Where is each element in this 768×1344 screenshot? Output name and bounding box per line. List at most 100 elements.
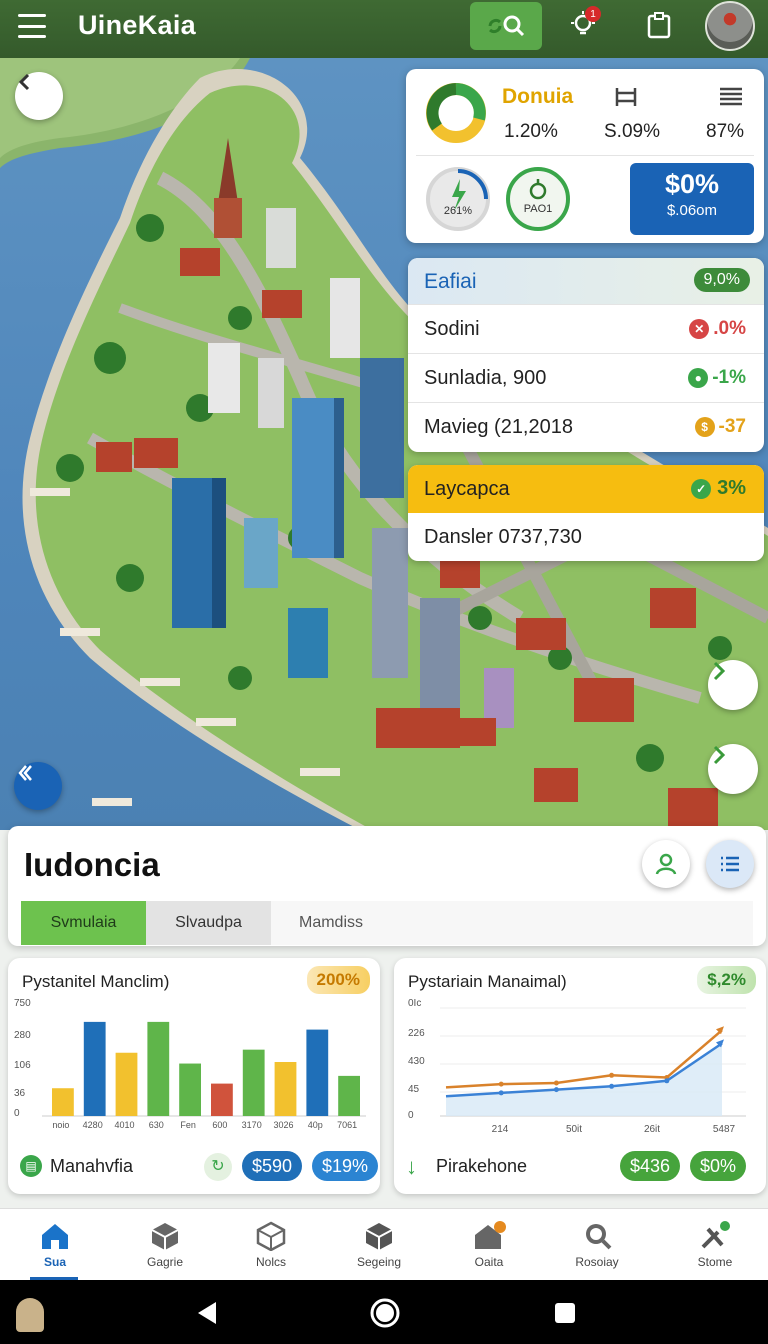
gauge-2-label: PAO1 bbox=[523, 203, 553, 215]
list-view-button[interactable] bbox=[706, 840, 754, 888]
check-circle-icon: ✓ bbox=[691, 478, 712, 499]
system-nav-bar bbox=[0, 1280, 768, 1344]
back-button[interactable] bbox=[15, 72, 63, 120]
y-tick-label: 226 bbox=[408, 1028, 425, 1039]
next-button-2[interactable] bbox=[708, 744, 758, 794]
assistant-avatar[interactable] bbox=[16, 1298, 44, 1332]
x-tick-label: 5487 bbox=[713, 1124, 736, 1135]
chart-2-badge: $,2% bbox=[697, 966, 756, 994]
menu-icon[interactable] bbox=[18, 14, 46, 38]
data-point bbox=[609, 1072, 615, 1078]
list-item[interactable]: Sunladia, 900 ● -1% bbox=[408, 353, 764, 402]
nav-label: Sua bbox=[43, 1255, 66, 1269]
x-tick-label: noio bbox=[52, 1120, 69, 1130]
tab-second[interactable]: Slvaudpa bbox=[146, 901, 271, 945]
chart-1-title: Pystanitel Manclim) bbox=[22, 972, 170, 991]
x-tick-label: 3170 bbox=[242, 1120, 262, 1130]
list-item[interactable]: Sodini ✕ .0% bbox=[408, 304, 764, 353]
list-item[interactable]: Dansler 0737,730 bbox=[408, 513, 764, 561]
back-triangle-icon[interactable] bbox=[192, 1298, 222, 1328]
chart-2-pill-1[interactable]: $436 bbox=[620, 1151, 681, 1181]
arrow-down-icon: ↓ bbox=[406, 1154, 417, 1179]
list-panel-2: Laycapca ✓ 3% Dansler 0737,730 bbox=[408, 465, 764, 561]
list-item-label: Sodini bbox=[424, 317, 480, 340]
nav-item-segeing[interactable]: Segeing bbox=[324, 1209, 434, 1281]
calendar-icon: ▤ bbox=[20, 1155, 42, 1177]
notifications-button[interactable]: 1 bbox=[566, 6, 601, 42]
nav-item-oaita[interactable]: Oaita bbox=[434, 1209, 544, 1281]
nav-item-rosoiay[interactable]: Rosoiay bbox=[542, 1209, 652, 1281]
bar bbox=[83, 1021, 106, 1116]
gauge-1: 261% bbox=[426, 167, 490, 231]
value-button-main: $0% bbox=[664, 169, 720, 199]
data-point bbox=[498, 1081, 504, 1087]
chevron-right-icon bbox=[713, 661, 726, 681]
chart-2-pill-2[interactable]: $0% bbox=[690, 1151, 747, 1181]
refresh-circle-icon: ● bbox=[688, 368, 709, 388]
stats-donut-value: 1.20% bbox=[504, 121, 558, 142]
clipboard-button[interactable] bbox=[642, 8, 676, 42]
list-item[interactable]: Mavieg (21,2018 $ -37 bbox=[408, 402, 764, 451]
bottom-sheet: Iudoncia Svmulaia Slvaudpa Mamdiss bbox=[8, 826, 766, 946]
bar bbox=[306, 1029, 329, 1116]
nav-label: Nolcs bbox=[255, 1255, 286, 1269]
stats-col2-value: S.09% bbox=[604, 121, 660, 142]
x-tick-label: 4280 bbox=[83, 1120, 103, 1130]
home-circle-icon[interactable] bbox=[368, 1296, 402, 1330]
x-tick-label: 40p bbox=[308, 1120, 323, 1130]
nav-item-nolcs[interactable]: Nolcs bbox=[216, 1209, 326, 1281]
user-avatar[interactable] bbox=[705, 1, 755, 51]
recents-square-icon[interactable] bbox=[552, 1300, 578, 1326]
chevron-right-icon bbox=[713, 745, 726, 765]
tab-third[interactable]: Mamdiss bbox=[271, 901, 391, 945]
list-item-badge: ● -1% bbox=[688, 367, 746, 389]
bar bbox=[179, 1063, 201, 1116]
list-item-label: Mavieg (21,2018 bbox=[424, 415, 573, 438]
search-button[interactable] bbox=[470, 2, 542, 50]
sheet-title: Iudoncia bbox=[24, 846, 160, 883]
nav-item-gagrie[interactable]: Gagrie bbox=[110, 1209, 220, 1281]
line-chart: 0Ic 226 430 45 0 214 50it 26it 5487 bbox=[408, 998, 746, 1135]
collapse-icon bbox=[18, 765, 32, 781]
bar-chart: 750 280 106 36 0 noio 4280 4010 630 Fen 600 3170 302… bbox=[14, 998, 366, 1130]
tab-filler bbox=[391, 901, 753, 945]
nav-item-stome[interactable]: Stome bbox=[660, 1209, 768, 1281]
collapse-button[interactable] bbox=[14, 762, 62, 810]
stats-divider bbox=[416, 155, 754, 156]
data-point bbox=[498, 1090, 504, 1096]
chart-1-pill-2[interactable]: $19% bbox=[312, 1151, 379, 1181]
clipboard-icon bbox=[647, 12, 671, 39]
panel-1-badge: 9,0% bbox=[693, 268, 750, 292]
panel-2-badge-value: 3% bbox=[717, 477, 746, 499]
bar bbox=[211, 1083, 233, 1116]
next-button-1[interactable] bbox=[708, 660, 758, 710]
panel-1-header: Eafiai 9,0% bbox=[408, 258, 764, 304]
nav-label: Oaita bbox=[474, 1255, 504, 1269]
person-icon bbox=[655, 853, 677, 875]
profile-button[interactable] bbox=[642, 840, 690, 888]
value-button-sub: $.06om bbox=[666, 202, 718, 219]
y-tick-label: 0 bbox=[408, 1110, 414, 1121]
app-root: UineKaia 1 Donuia 1.20% S.09% 87% 261% P… bbox=[0, 0, 768, 1344]
nav-label: Gagrie bbox=[146, 1255, 184, 1269]
bar bbox=[242, 1049, 265, 1116]
nav-label: Stome bbox=[697, 1255, 733, 1269]
panel-2-title: Laycapca bbox=[424, 478, 510, 500]
chart-1-pill-1[interactable]: $590 bbox=[242, 1151, 303, 1181]
cube-icon bbox=[256, 1221, 286, 1251]
recycle-icon bbox=[529, 179, 547, 200]
nav-item-home[interactable]: Sua bbox=[0, 1209, 110, 1281]
home-icon bbox=[42, 1224, 68, 1249]
list-item-label: Dansler 0737,730 bbox=[424, 526, 582, 548]
refresh-icon[interactable]: ↻ bbox=[204, 1153, 232, 1181]
x-tick-label: 600 bbox=[212, 1120, 227, 1130]
gauge-1-arc bbox=[452, 169, 488, 211]
gauge-2: PAO1 bbox=[506, 167, 570, 231]
stats-col3-value: 87% bbox=[706, 121, 745, 142]
x-tick-label: 214 bbox=[492, 1124, 509, 1135]
value-button[interactable]: $0% $.06om bbox=[630, 163, 754, 235]
tab-simulation[interactable]: Svmulaia bbox=[21, 901, 146, 945]
gauge-1-label: 261% bbox=[443, 205, 473, 217]
cube-icon bbox=[365, 1223, 393, 1250]
x-tick-label: 630 bbox=[149, 1120, 164, 1130]
